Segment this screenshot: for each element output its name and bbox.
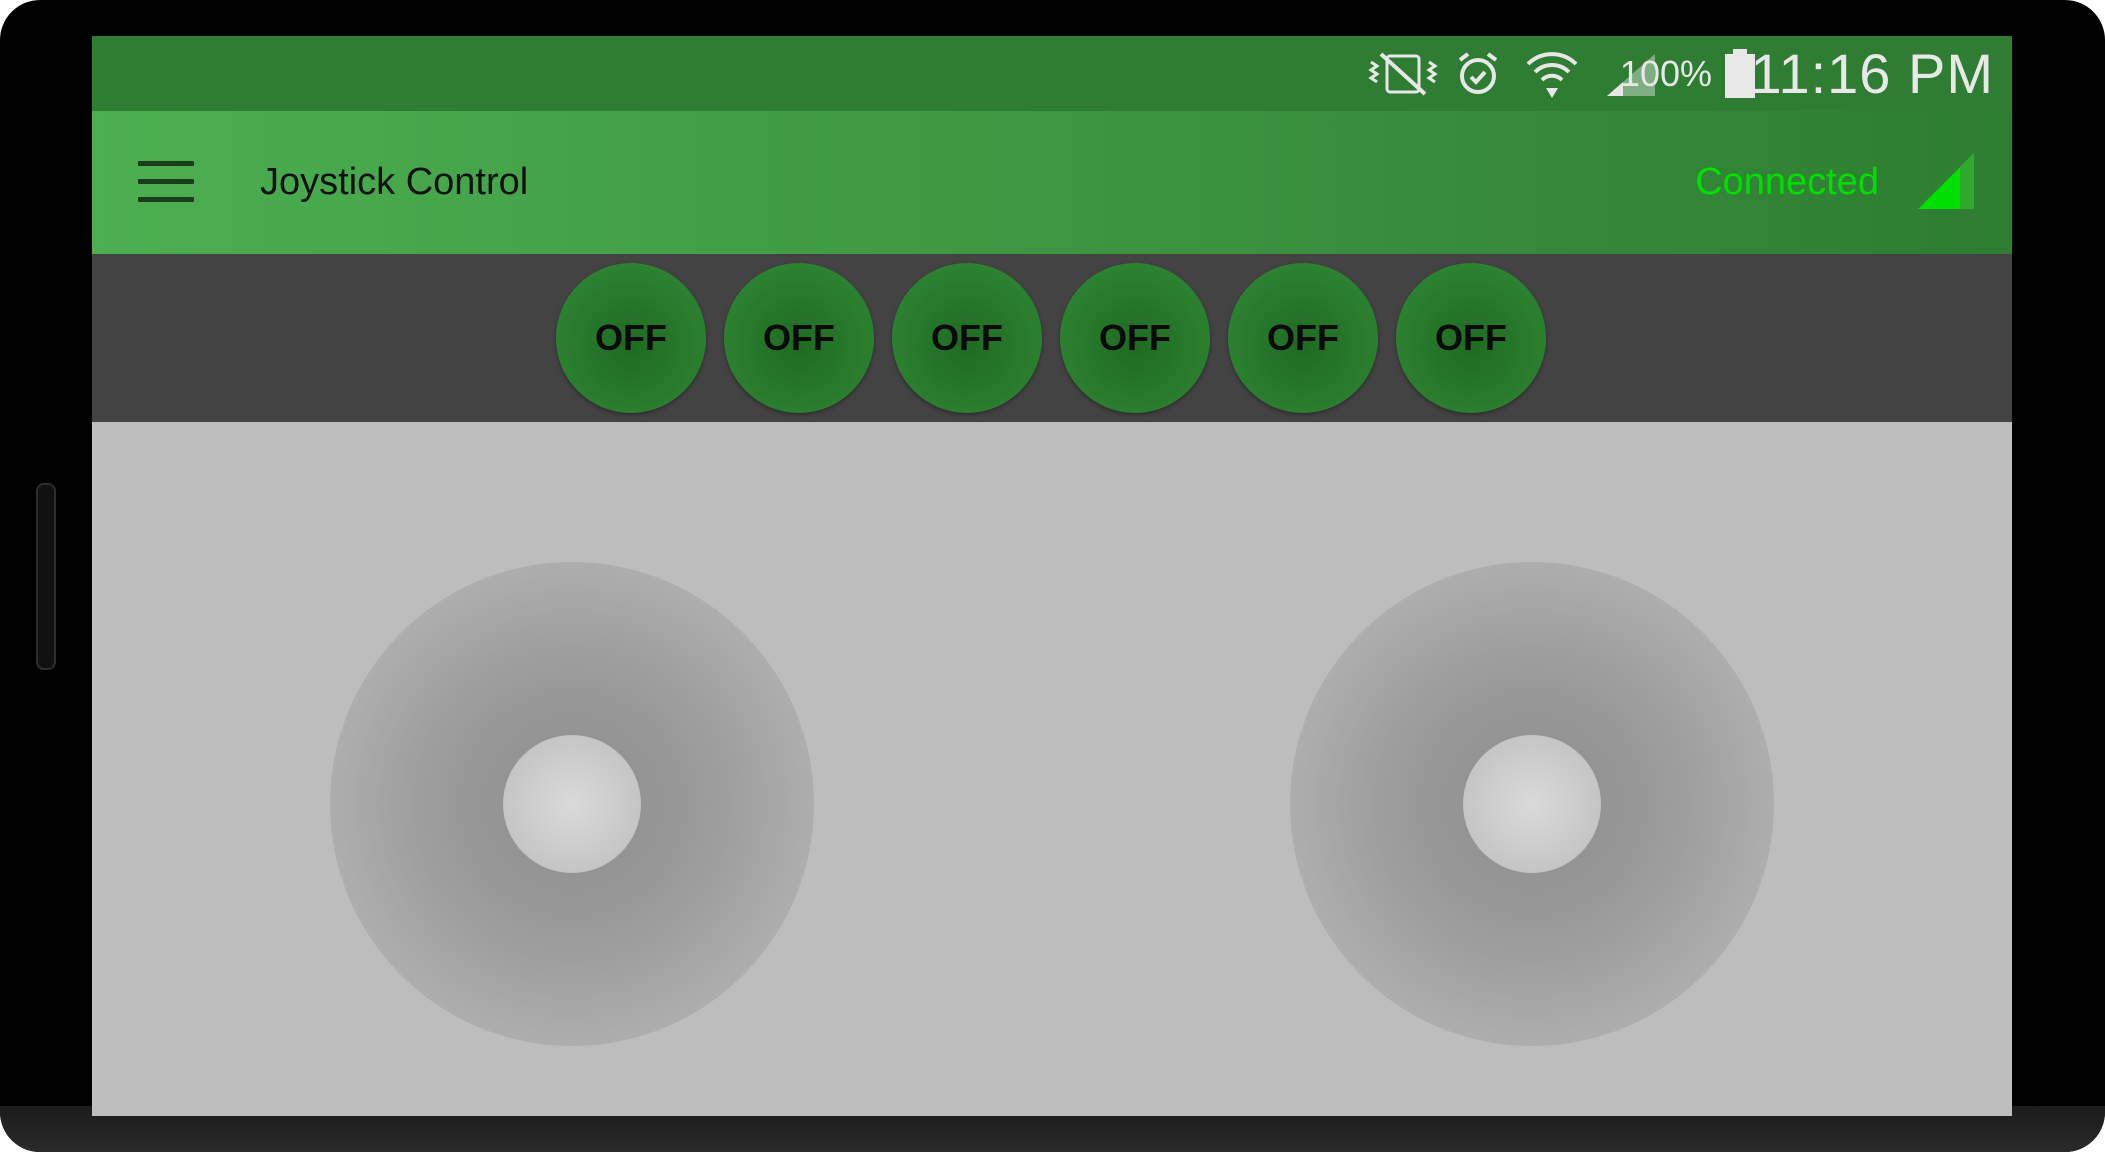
toggle-button-6[interactable]: OFF <box>1396 263 1546 413</box>
toggle-button-1[interactable]: OFF <box>556 263 706 413</box>
device-side-button <box>36 483 56 670</box>
device-frame: 100% 11:16 PM Joystick Control Connected <box>0 0 2105 1152</box>
page-title: Joystick Control <box>260 161 529 203</box>
toggle-button-4[interactable]: OFF <box>1060 263 1210 413</box>
status-bar: 100% 11:16 PM <box>92 36 2012 111</box>
right-joystick-base[interactable] <box>1290 562 1774 1046</box>
wifi-icon <box>1524 36 1580 111</box>
app-bar: Joystick Control Connected <box>92 111 2012 254</box>
hamburger-menu-icon[interactable] <box>138 161 194 203</box>
vibrate-mute-icon <box>1367 36 1439 111</box>
toggle-button-5[interactable]: OFF <box>1228 263 1378 413</box>
joystick-area <box>92 422 2012 1116</box>
connection-status: Connected <box>1695 161 1879 203</box>
toggle-button-3[interactable]: OFF <box>892 263 1042 413</box>
left-joystick-base[interactable] <box>330 562 814 1046</box>
signal-strength-icon <box>1916 151 1976 211</box>
toggle-button-2[interactable]: OFF <box>724 263 874 413</box>
toggle-bar: OFF OFF OFF OFF OFF OFF <box>92 254 2012 422</box>
left-joystick-knob[interactable] <box>503 735 641 873</box>
right-joystick-knob[interactable] <box>1463 735 1601 873</box>
alarm-icon <box>1454 36 1502 111</box>
status-time: 11:16 PM <box>1750 42 1994 105</box>
app-screen: 100% 11:16 PM Joystick Control Connected <box>92 36 2012 1116</box>
battery-percent: 100% <box>1619 52 1712 94</box>
toggle-row: OFF OFF OFF OFF OFF OFF <box>556 263 1546 413</box>
